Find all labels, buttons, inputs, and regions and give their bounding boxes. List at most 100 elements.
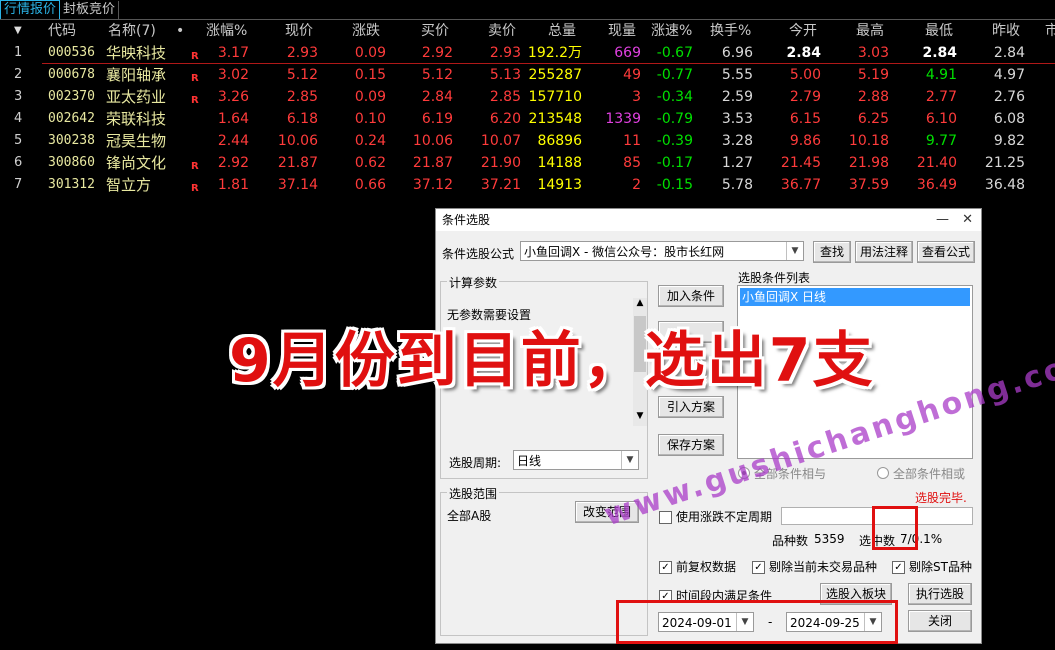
header-low[interactable]: 最低 <box>925 20 953 42</box>
import-plan-button[interactable]: 引入方案 <box>658 396 724 418</box>
header-ask[interactable]: 卖价 <box>488 20 516 42</box>
cell-bid: 2.84 <box>421 89 453 105</box>
minimize-icon[interactable]: — <box>936 209 949 231</box>
cell-chg-pct: 3.17 <box>217 45 249 61</box>
cell-volume: 14188 <box>537 155 582 171</box>
table-row[interactable]: 1 000536 华映科技 R 3.17 2.93 0.09 2.92 2.93 192.2万 66… <box>0 42 1055 64</box>
header-chg-pct[interactable]: 涨幅% <box>206 20 247 42</box>
cell-prev-close: 4.97 <box>993 67 1025 83</box>
header-turnover[interactable]: 换手% <box>710 20 751 42</box>
cell-turnover: 3.53 <box>721 111 753 127</box>
cell-ask: 2.93 <box>489 45 521 61</box>
table-row[interactable]: 3 002370 亚太药业 R 3.26 2.85 0.09 2.84 2.85 157710 3-… <box>0 86 1055 108</box>
run-selection-button[interactable]: 执行选股 <box>908 583 972 605</box>
cell-low: 9.77 <box>925 133 957 149</box>
cell-high: 6.25 <box>857 111 889 127</box>
scroll-down-icon[interactable]: ▼ <box>633 411 647 421</box>
exclude-nontrade-checkbox[interactable]: ✓ <box>752 561 765 574</box>
prev-adj-checkbox[interactable]: ✓ <box>659 561 672 574</box>
formula-select[interactable]: 小鱼回调X - 微信公众号：股市长红网 ▼ <box>520 241 804 261</box>
cell-name: 智立方 <box>106 176 152 194</box>
tab-quotes[interactable]: 行情报价 <box>0 0 61 19</box>
header-bid[interactable]: 买价 <box>421 20 449 42</box>
cell-bid: 37.12 <box>412 177 453 193</box>
cell-prev-close: 9.82 <box>993 133 1025 149</box>
cell-volume: 14913 <box>537 177 582 193</box>
cell-chg: 0.62 <box>354 155 386 171</box>
cell-chg: 0.24 <box>354 133 386 149</box>
header-cur-vol[interactable]: 现量 <box>608 20 636 42</box>
cell-code: 300860 <box>48 155 95 170</box>
cell-price: 6.18 <box>286 111 318 127</box>
cell-high: 21.98 <box>848 155 889 171</box>
cell-high: 5.19 <box>857 67 889 83</box>
cell-turnover: 5.78 <box>721 177 753 193</box>
cell-cur-vol: 1339 <box>605 111 641 127</box>
table-row[interactable]: 6 300860 锋尚文化 R 2.92 21.87 0.62 21.87 21.90 14188… <box>0 152 1055 174</box>
cell-chg-pct: 1.64 <box>217 111 249 127</box>
header-chg[interactable]: 涨跌 <box>352 20 380 42</box>
header-code[interactable]: 代码 <box>48 20 76 42</box>
table-header: ▼ 代码 名称(7) • 涨幅% 现价 涨跌 买价 卖价 总量 现量 涨速% 换… <box>0 20 1055 42</box>
chevron-down-icon[interactable]: ▼ <box>786 242 803 260</box>
radio-all-or[interactable] <box>877 467 889 479</box>
cell-open: 2.79 <box>789 89 821 105</box>
header-speed[interactable]: 涨速% <box>651 20 692 42</box>
cell-code: 301312 <box>48 177 95 192</box>
header-name[interactable]: 名称(7) <box>108 20 156 42</box>
tab-auction[interactable]: 封板竞价 <box>60 1 120 19</box>
cell-code: 300238 <box>48 133 95 148</box>
cell-bid: 21.87 <box>412 155 453 171</box>
usage-notes-button[interactable]: 用法注释 <box>855 241 913 263</box>
cell-idx: 3 <box>14 89 23 104</box>
range-value: 全部A股 <box>447 509 492 523</box>
sort-down-icon[interactable]: ▼ <box>14 20 22 42</box>
table-row[interactable]: 5 300238 冠昊生物 2.44 10.06 0.24 10.06 10.07 86896 1… <box>0 130 1055 152</box>
view-formula-button[interactable]: 查看公式 <box>917 241 975 263</box>
cell-cur-vol: 669 <box>614 45 641 61</box>
cell-idx: 1 <box>14 45 23 60</box>
table-row[interactable]: 7 301312 智立方 R 1.81 37.14 0.66 37.12 37.21 14913 2… <box>0 174 1055 196</box>
cell-high: 10.18 <box>848 133 889 149</box>
header-prev-close[interactable]: 昨收 <box>992 20 1020 42</box>
condition-list-item[interactable]: 小鱼回调X 日线 <box>740 288 970 306</box>
cell-code: 000536 <box>48 45 95 60</box>
cell-prev-close: 2.76 <box>993 89 1025 105</box>
header-extra[interactable]: 市 <box>1045 20 1055 42</box>
cell-bid: 2.92 <box>421 45 453 61</box>
header-high[interactable]: 最高 <box>856 20 884 42</box>
scroll-up-icon[interactable]: ▲ <box>633 298 647 308</box>
cell-prev-close: 2.84 <box>993 45 1025 61</box>
period-select[interactable]: 日线 ▼ <box>513 450 639 470</box>
header-open[interactable]: 今开 <box>789 20 817 42</box>
close-button[interactable]: 关闭 <box>908 610 972 632</box>
condition-list-label: 选股条件列表 <box>738 271 811 285</box>
cell-chg-pct: 3.26 <box>217 89 249 105</box>
cell-volume: 86896 <box>537 133 582 149</box>
cell-name: 冠昊生物 <box>106 132 167 150</box>
header-price[interactable]: 现价 <box>285 20 313 42</box>
chevron-down-icon[interactable]: ▼ <box>621 451 638 469</box>
add-condition-button[interactable]: 加入条件 <box>658 285 724 307</box>
cell-low: 6.10 <box>925 111 957 127</box>
table-row[interactable]: 2 000678 襄阳轴承 R 3.02 5.12 0.15 5.12 5.13 255287 49… <box>0 64 1055 86</box>
header-volume[interactable]: 总量 <box>548 20 576 42</box>
cell-price: 37.14 <box>277 177 318 193</box>
formula-label: 条件选股公式 <box>442 247 515 261</box>
cell-speed: -0.15 <box>656 177 693 193</box>
cell-chg-pct: 2.92 <box>217 155 249 171</box>
cell-low: 21.40 <box>916 155 957 171</box>
cell-speed: -0.17 <box>656 155 693 171</box>
radio-all-or-label: 全部条件相或 <box>893 467 966 481</box>
cell-name: 锋尚文化 <box>106 154 167 172</box>
cell-cur-vol: 3 <box>632 89 641 105</box>
close-icon[interactable]: ✕ <box>962 209 973 231</box>
cell-chg: 0.10 <box>354 111 386 127</box>
exclude-st-checkbox[interactable]: ✓ <box>892 561 905 574</box>
use-period-label: 使用涨跌不定周期 <box>676 510 773 524</box>
cell-chg-pct: 2.44 <box>217 133 249 149</box>
save-plan-button[interactable]: 保存方案 <box>658 434 724 456</box>
find-button[interactable]: 查找 <box>813 241 851 263</box>
table-row[interactable]: 4 002642 荣联科技 1.64 6.18 0.10 6.19 6.20 213548 133… <box>0 108 1055 130</box>
cell-idx: 7 <box>14 177 23 192</box>
